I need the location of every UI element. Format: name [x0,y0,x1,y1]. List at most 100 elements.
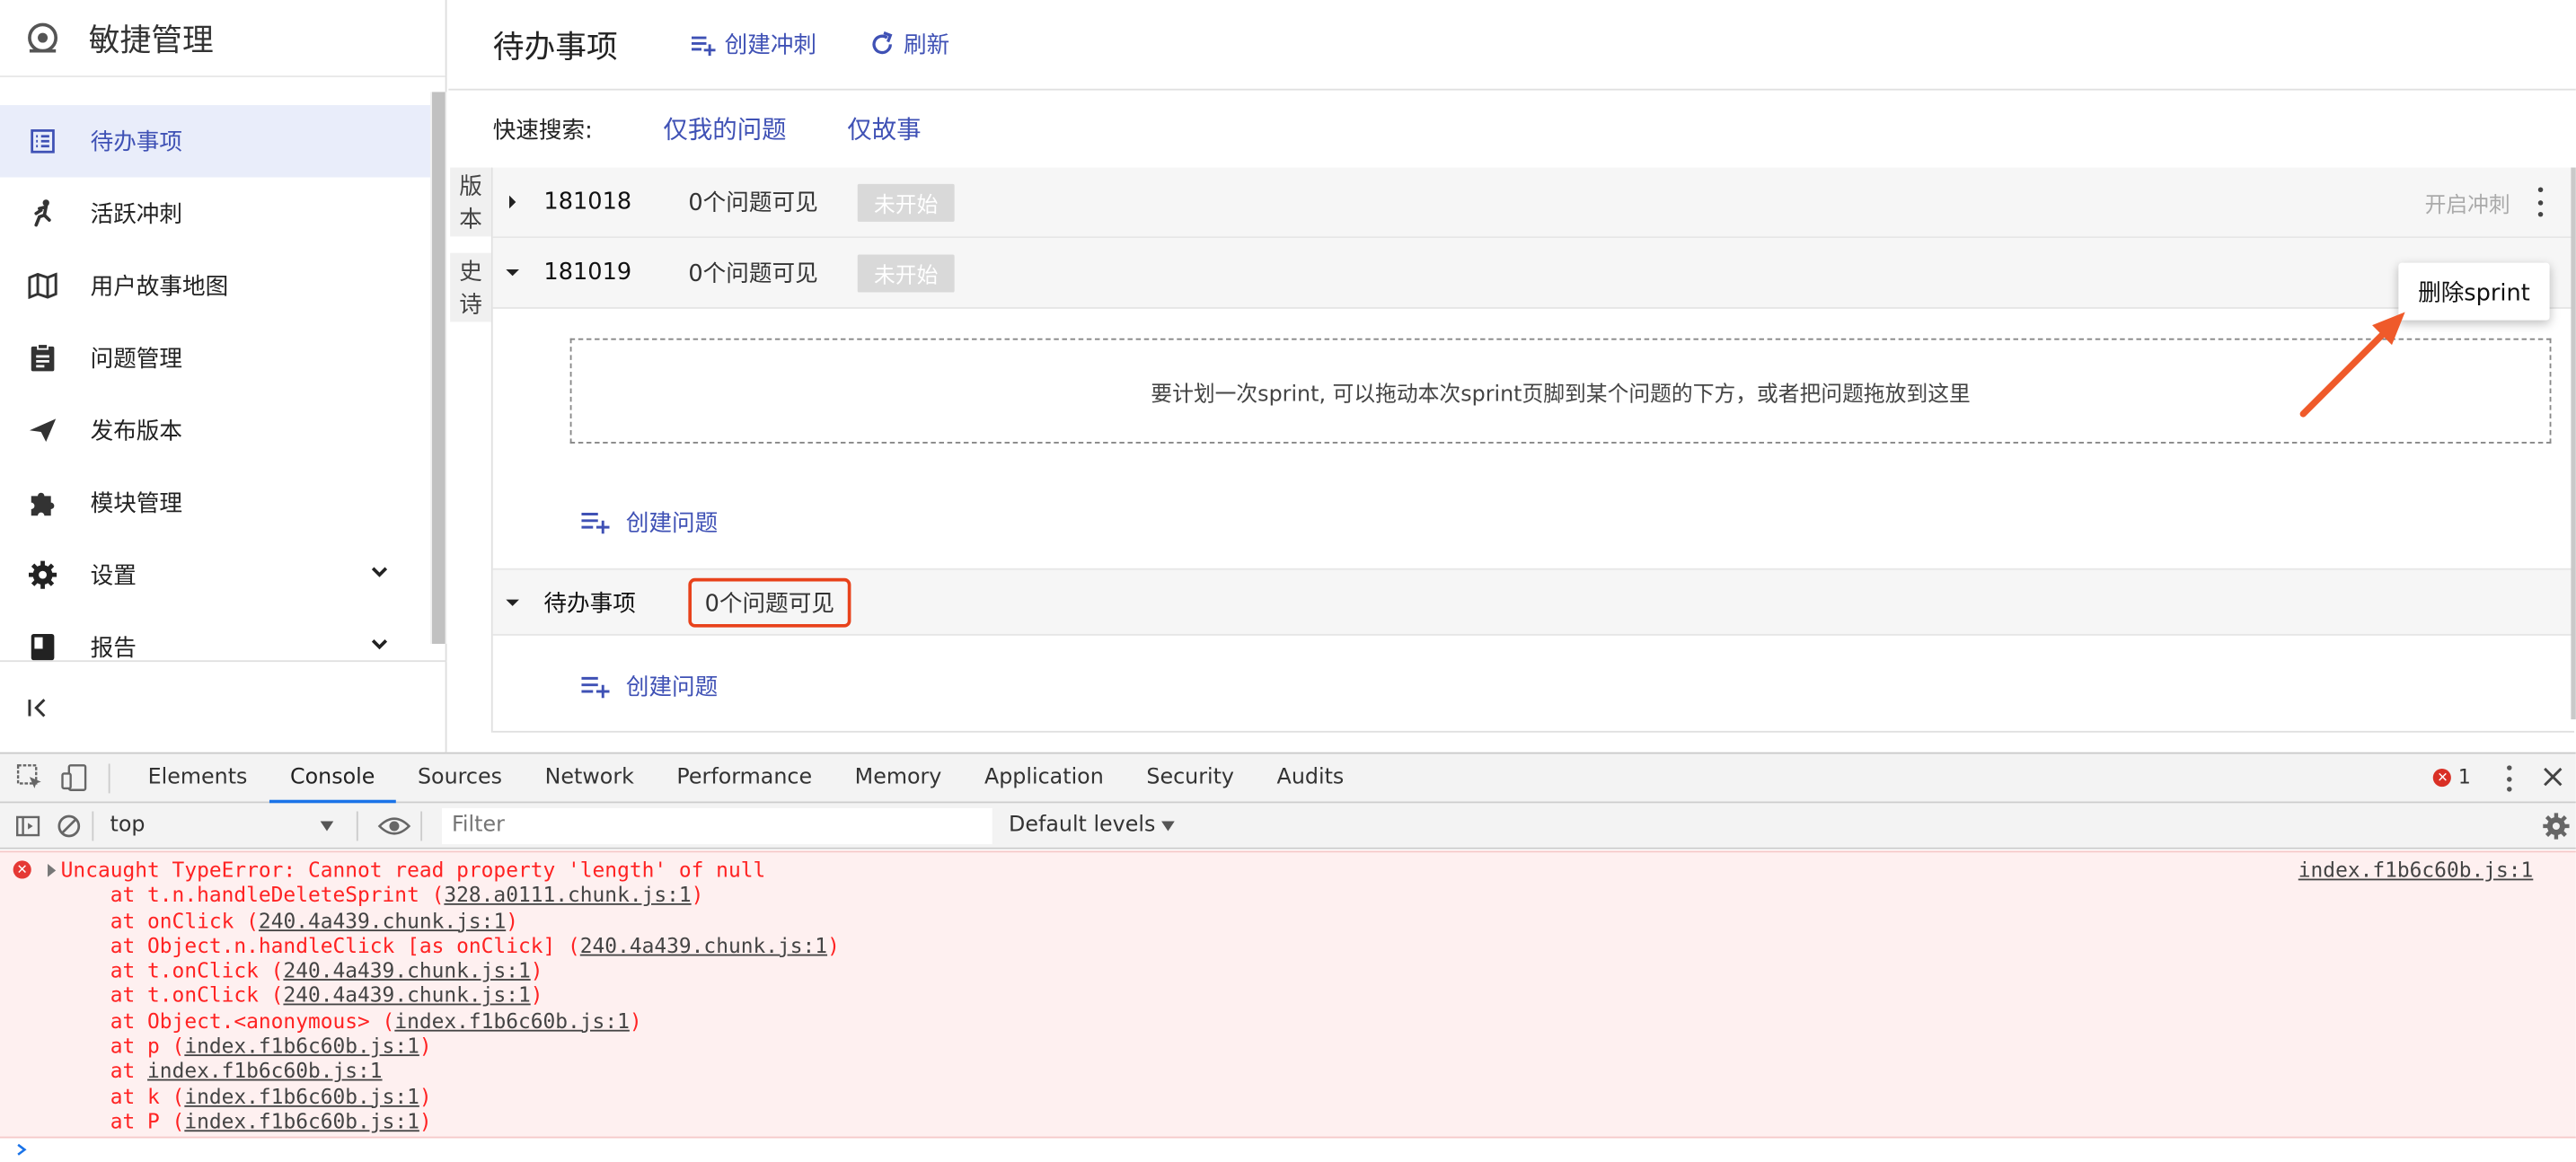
status-badge: 未开始 [857,182,955,222]
chevron-down-icon [371,639,388,650]
sidebar-item-label: 待办事项 [90,129,183,156]
stack-line: at t.onClick (240.4a439.chunk.js:1) [60,982,543,1008]
tab-memory[interactable]: Memory [834,753,963,803]
stack-source-link[interactable]: 328.a0111.chunk.js:1 [444,883,691,907]
map-icon [26,269,59,303]
tab-application[interactable]: Application [963,753,1125,803]
playlist-add-icon [581,513,610,534]
error-counter[interactable]: ✕ 1 [2433,765,2471,788]
tab-audits[interactable]: Audits [1256,753,1365,803]
stack-source-link[interactable]: 240.4a439.chunk.js:1 [283,958,530,982]
log-levels-select[interactable]: Default levels [1009,813,1176,838]
sidebar-item-release[interactable]: 发布版本 [0,394,430,466]
inspect-element-icon[interactable] [16,763,44,791]
sprint-issue-count: 0个问题可见 [688,190,818,217]
sidebar-item-story-map[interactable]: 用户故事地图 [0,250,430,321]
stack-source-link[interactable]: index.f1b6c60b.js:1 [184,1109,419,1133]
sidebar-item-label: 活跃冲刺 [90,201,183,229]
sprint-row[interactable]: 181018 0个问题可见 未开始 开启冲刺 [492,167,2573,239]
caret-down-icon [320,820,334,831]
caret-down-icon[interactable] [506,595,519,609]
sidebar-item-label: 发布版本 [90,418,183,445]
sprint-name: 181018 [543,189,632,216]
sidebar-scrollbar[interactable] [430,92,447,644]
expand-arrow-icon[interactable] [48,864,57,877]
gear-icon[interactable] [2541,812,2571,841]
sidebar-item-issues[interactable]: 问题管理 [0,321,430,393]
stack-source-link[interactable]: index.f1b6c60b.js:1 [184,1034,419,1058]
create-issue-button[interactable]: 创建问题 [580,670,718,703]
stack-source-link[interactable]: 240.4a439.chunk.js:1 [283,983,530,1008]
device-toolbar-icon[interactable] [61,763,89,791]
backlog-name: 待办事项 [543,590,636,617]
sprint-drop-zone[interactable]: 要计划一次sprint, 可以拖动本次sprint页脚到某个问题的下方，或者把问… [569,338,2552,444]
sidebar-toggle-icon[interactable] [14,812,40,838]
sidebar-item-modules[interactable]: 模块管理 [0,466,430,538]
console-prompt-icon[interactable] [14,1143,28,1157]
refresh-label: 刷新 [903,32,950,59]
collapse-sidebar-button[interactable] [0,660,447,752]
tab-version[interactable]: 版本 [450,167,491,237]
tab-security[interactable]: Security [1125,753,1256,803]
stack-line: at p (index.f1b6c60b.js:1) [60,1033,432,1059]
sidebar-item-active-sprint[interactable]: 活跃冲刺 [0,178,430,250]
start-sprint-button[interactable]: 开启冲刺 [2425,187,2510,217]
tab-epic[interactable]: 史诗 [450,252,491,322]
main-scrollbar[interactable] [2571,167,2576,720]
error-count-value: 1 [2457,765,2471,788]
more-vertical-icon[interactable] [2503,765,2513,792]
filter-only-mine[interactable]: 仅我的问题 [663,111,786,145]
stack-source-link[interactable]: 240.4a439.chunk.js:1 [259,908,506,932]
context-value: top [110,813,146,838]
caret-down-icon [1161,820,1176,831]
refresh-button[interactable]: 刷新 [869,28,950,61]
more-vertical-icon[interactable] [2535,187,2545,217]
tab-network[interactable]: Network [524,753,656,803]
sidebar-scrollbar-thumb[interactable] [432,92,446,644]
caret-down-icon[interactable] [506,266,519,279]
brand-title: 敏捷管理 [88,22,214,58]
error-icon: ✕ [13,860,31,879]
close-icon[interactable] [2540,763,2566,789]
toolbar-divider [92,810,94,841]
tab-console[interactable]: Console [269,753,396,803]
stack-source-link[interactable]: index.f1b6c60b.js:1 [184,1084,419,1108]
drop-hint: 要计划一次sprint, 可以拖动本次sprint页脚到某个问题的下方，或者把问… [1151,382,1971,407]
tab-performance[interactable]: Performance [656,753,834,803]
stack-source-link[interactable]: index.f1b6c60b.js:1 [394,1008,630,1033]
sprint-issue-count: 0个问题可见 [688,260,818,288]
eye-icon[interactable] [377,812,411,838]
backlog-board: 181018 0个问题可见 未开始 开启冲刺 181019 0个问题可见 未开始… [490,167,2575,733]
stack-source-link[interactable]: index.f1b6c60b.js:1 [147,1059,383,1083]
page-title: 待办事项 [492,29,618,66]
tab-elements[interactable]: Elements [127,753,269,803]
status-badge: 未开始 [857,253,955,292]
clipboard-icon [26,341,59,374]
toolbar-divider [420,810,423,841]
gear-icon [26,559,59,592]
backlog-row[interactable]: 待办事项 0个问题可见 [492,568,2575,636]
error-source-link[interactable]: index.f1b6c60b.js:1 [2298,858,2534,883]
stack-line: at P (index.f1b6c60b.js:1) [60,1108,432,1133]
stack-line: at t.onClick (240.4a439.chunk.js:1) [60,957,543,983]
chevron-down-icon [371,567,388,577]
stack-line: at onClick (240.4a439.chunk.js:1) [60,907,518,933]
sidebar-item-backlog[interactable]: 待办事项 [0,105,431,178]
console-filter-input[interactable] [442,806,992,844]
context-select[interactable]: top [103,809,347,842]
delete-sprint-menu-item[interactable]: 删除sprint [2418,275,2530,308]
caret-right-icon[interactable] [506,195,519,209]
filter-only-story[interactable]: 仅故事 [847,111,921,145]
console-output: ✕ Uncaught TypeError: Cannot read proper… [0,850,2576,1139]
clear-console-icon[interactable] [56,812,82,838]
quick-search-bar: 快速搜索: 仅我的问题 仅故事 [448,91,2576,168]
toolbar-divider [108,762,110,793]
sidebar-item-label: 设置 [90,563,137,590]
create-sprint-button[interactable]: 创建冲刺 [690,28,816,61]
stack-source-link[interactable]: 240.4a439.chunk.js:1 [580,933,827,957]
sprint-row[interactable]: 181019 0个问题可见 未开始 [492,238,2573,309]
create-issue-button[interactable]: 创建问题 [580,506,718,539]
book-icon [26,630,59,664]
sidebar-item-settings[interactable]: 设置 [0,539,430,611]
tab-sources[interactable]: Sources [396,753,524,803]
